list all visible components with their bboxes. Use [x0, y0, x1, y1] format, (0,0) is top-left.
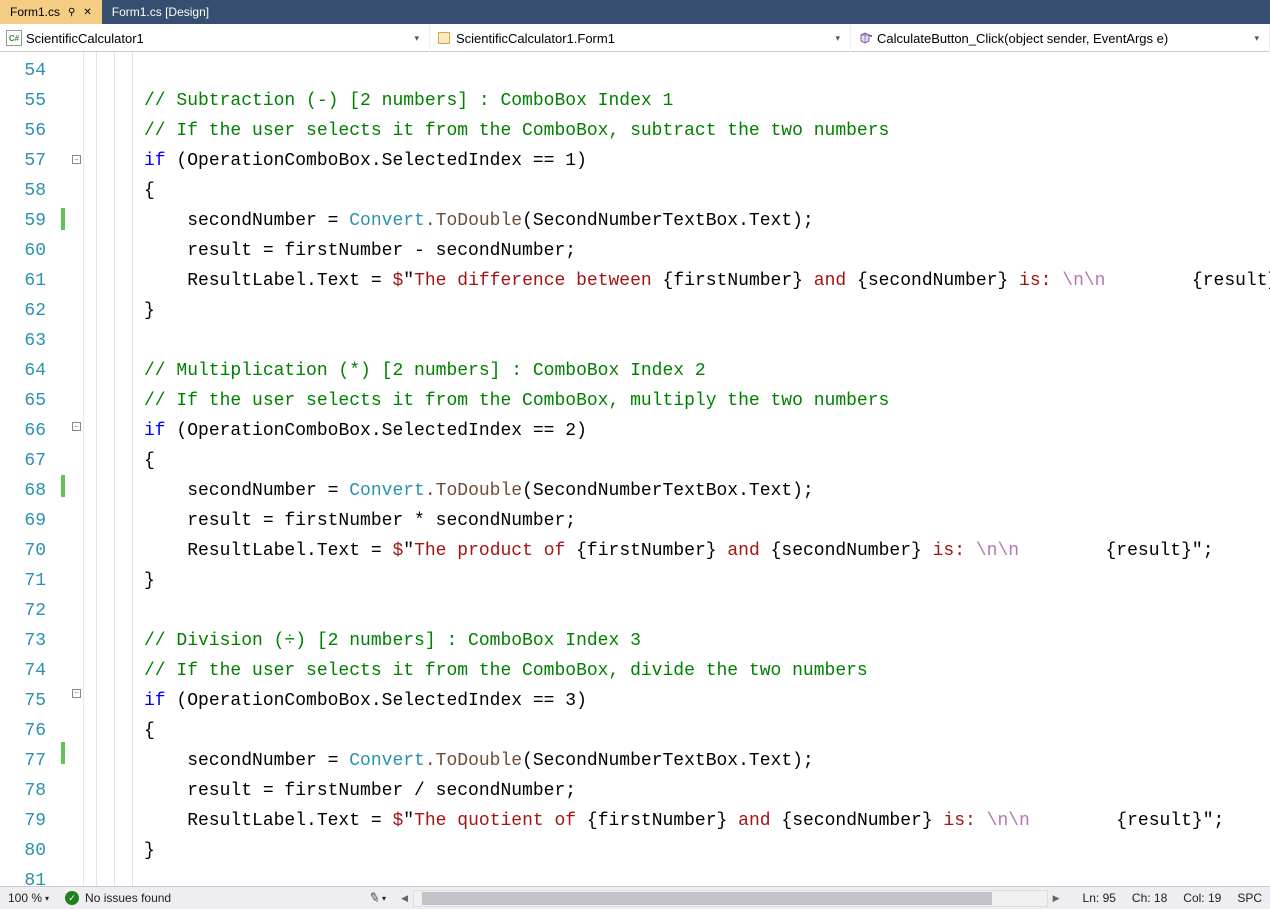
- code-line[interactable]: [144, 326, 1270, 356]
- code-line[interactable]: [144, 596, 1270, 626]
- change-marks-gutter: [56, 52, 70, 886]
- code-line[interactable]: result = firstNumber * secondNumber;: [144, 506, 1270, 536]
- scroll-thumb[interactable]: [422, 892, 992, 905]
- close-icon[interactable]: ✕: [83, 7, 91, 18]
- document-tabstrip: Form1.cs ⚲ ✕ Form1.cs [Design]: [0, 0, 1270, 24]
- code-line[interactable]: [144, 56, 1270, 86]
- line-number-gutter: 5455565758596061626364656667686970717273…: [0, 52, 56, 886]
- code-line[interactable]: if (OperationComboBox.SelectedIndex == 3…: [144, 686, 1270, 716]
- method-icon: [857, 30, 873, 46]
- horizontal-scrollbar[interactable]: ◀ ▶: [396, 890, 1065, 907]
- code-line[interactable]: {: [144, 176, 1270, 206]
- nav-project-label: ScientificCalculator1: [26, 31, 410, 46]
- tab-form1-design[interactable]: Form1.cs [Design]: [102, 0, 219, 24]
- pin-icon[interactable]: ⚲: [68, 7, 75, 18]
- fold-toggle[interactable]: −: [72, 422, 81, 431]
- code-line[interactable]: // If the user selects it from the Combo…: [144, 116, 1270, 146]
- status-bar: 100 %▾ ✓ No issues found ✎ ▾ ◀ ▶ Ln: 95 …: [0, 886, 1270, 909]
- code-line[interactable]: }: [144, 296, 1270, 326]
- code-line[interactable]: ResultLabel.Text = $"The quotient of {fi…: [144, 806, 1270, 836]
- code-line[interactable]: }: [144, 836, 1270, 866]
- code-line[interactable]: // If the user selects it from the Combo…: [144, 656, 1270, 686]
- csharp-icon: C#: [6, 30, 22, 46]
- fold-toggle[interactable]: −: [72, 689, 81, 698]
- zoom-level[interactable]: 100 %▾: [0, 887, 57, 910]
- scroll-right-icon[interactable]: ▶: [1048, 890, 1065, 907]
- chevron-down-icon: ▾: [831, 33, 844, 44]
- code-line[interactable]: {: [144, 716, 1270, 746]
- chevron-down-icon: ▾: [45, 894, 49, 903]
- brush-icon[interactable]: ✎: [367, 889, 382, 907]
- code-line[interactable]: {: [144, 446, 1270, 476]
- cursor-col: Col: 19: [1175, 887, 1229, 910]
- chevron-down-icon: ▾: [1250, 33, 1263, 44]
- code-line[interactable]: // Division (÷) [2 numbers] : ComboBox I…: [144, 626, 1270, 656]
- scroll-left-icon[interactable]: ◀: [396, 890, 413, 907]
- tab-form1-cs[interactable]: Form1.cs ⚲ ✕: [0, 0, 102, 24]
- code-line[interactable]: result = firstNumber - secondNumber;: [144, 236, 1270, 266]
- navigation-bar: C# ScientificCalculator1 ▾ ScientificCal…: [0, 24, 1270, 52]
- code-line[interactable]: result = firstNumber / secondNumber;: [144, 776, 1270, 806]
- chevron-down-icon: ▾: [382, 894, 386, 903]
- code-editor[interactable]: 5455565758596061626364656667686970717273…: [0, 52, 1270, 886]
- nav-member-label: CalculateButton_Click(object sender, Eve…: [877, 31, 1250, 46]
- nav-project-dropdown[interactable]: C# ScientificCalculator1 ▾: [0, 24, 430, 52]
- fold-gutter: − − −: [70, 52, 84, 886]
- indent-guides: [84, 52, 144, 886]
- nav-class-dropdown[interactable]: ScientificCalculator1.Form1 ▾: [430, 24, 851, 52]
- code-line[interactable]: [144, 866, 1270, 886]
- code-line[interactable]: // If the user selects it from the Combo…: [144, 386, 1270, 416]
- code-area[interactable]: // Subtraction (-) [2 numbers] : ComboBo…: [144, 52, 1270, 886]
- chevron-down-icon: ▾: [410, 33, 423, 44]
- code-line[interactable]: }: [144, 566, 1270, 596]
- code-line[interactable]: ResultLabel.Text = $"The product of {fir…: [144, 536, 1270, 566]
- code-line[interactable]: // Subtraction (-) [2 numbers] : ComboBo…: [144, 86, 1270, 116]
- check-icon: ✓: [65, 891, 79, 905]
- code-line[interactable]: secondNumber = Convert.ToDouble(SecondNu…: [144, 476, 1270, 506]
- issues-status[interactable]: ✓ No issues found: [57, 887, 179, 910]
- cursor-line: Ln: 95: [1075, 887, 1124, 910]
- tab-label: Form1.cs: [10, 5, 60, 19]
- cursor-char: Ch: 18: [1124, 887, 1175, 910]
- code-line[interactable]: secondNumber = Convert.ToDouble(SecondNu…: [144, 746, 1270, 776]
- indent-mode[interactable]: SPC: [1229, 887, 1270, 910]
- nav-class-label: ScientificCalculator1.Form1: [456, 31, 831, 46]
- fold-toggle[interactable]: −: [72, 155, 81, 164]
- code-line[interactable]: ResultLabel.Text = $"The difference betw…: [144, 266, 1270, 296]
- class-icon: [436, 30, 452, 46]
- tab-label: Form1.cs [Design]: [112, 5, 209, 19]
- nav-member-dropdown[interactable]: CalculateButton_Click(object sender, Eve…: [851, 24, 1270, 52]
- code-line[interactable]: // Multiplication (*) [2 numbers] : Comb…: [144, 356, 1270, 386]
- code-line[interactable]: if (OperationComboBox.SelectedIndex == 1…: [144, 146, 1270, 176]
- code-line[interactable]: secondNumber = Convert.ToDouble(SecondNu…: [144, 206, 1270, 236]
- code-line[interactable]: if (OperationComboBox.SelectedIndex == 2…: [144, 416, 1270, 446]
